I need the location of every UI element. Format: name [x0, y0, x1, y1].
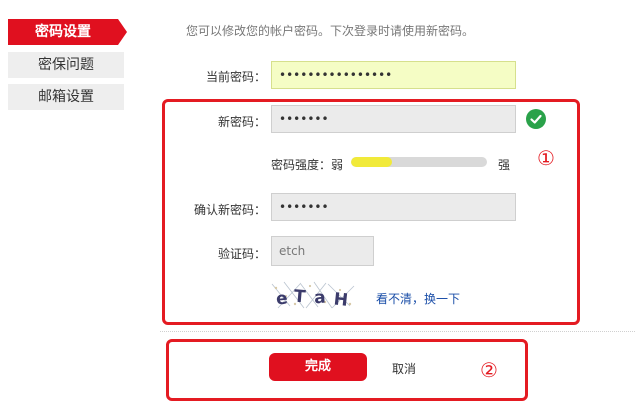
password-strength-fill: [351, 157, 392, 167]
check-circle-icon: [526, 109, 546, 129]
captcha-char-1: e: [275, 288, 289, 309]
captcha-image[interactable]: e T a H: [270, 280, 356, 310]
captcha-input[interactable]: etch: [271, 236, 374, 266]
confirm-password-label: 确认新密码：: [193, 203, 266, 217]
done-button[interactable]: 完成: [269, 353, 367, 381]
password-strength-label: 密码强度：弱: [271, 156, 343, 173]
captcha-refresh-link[interactable]: 看不清，换一下: [376, 290, 460, 307]
cancel-button[interactable]: 取消: [392, 360, 416, 377]
captcha-char-4: H: [333, 289, 349, 310]
intro-text: 您可以修改您的帐户密码。下次登录时请使用新密码。: [186, 24, 475, 38]
annotation-number-1: ①: [537, 146, 555, 170]
sidebar-item-security-questions[interactable]: 密保问题: [8, 52, 124, 78]
sidebar-item-password-settings[interactable]: 密码设置: [8, 19, 127, 45]
new-password-label: 新密码：: [217, 115, 266, 129]
sidebar-item-email-settings[interactable]: 邮箱设置: [8, 84, 124, 110]
new-password-input[interactable]: •••••••: [271, 105, 516, 133]
captcha-char-2: T: [293, 287, 307, 308]
password-strength-bar: [351, 157, 487, 167]
current-password-label: 当前密码：: [205, 70, 266, 84]
captcha-char-3: a: [313, 288, 326, 309]
strength-weak-label: 弱: [331, 158, 344, 172]
captcha-label: 验证码：: [217, 247, 266, 261]
confirm-password-input[interactable]: •••••••: [271, 193, 516, 221]
current-password-input[interactable]: ••••••••••••••••: [271, 61, 516, 89]
strength-label-text: 密码强度：: [271, 158, 332, 172]
strength-strong-label: 强: [498, 158, 511, 172]
section-divider: [160, 331, 635, 332]
annotation-number-2: ②: [480, 358, 498, 382]
